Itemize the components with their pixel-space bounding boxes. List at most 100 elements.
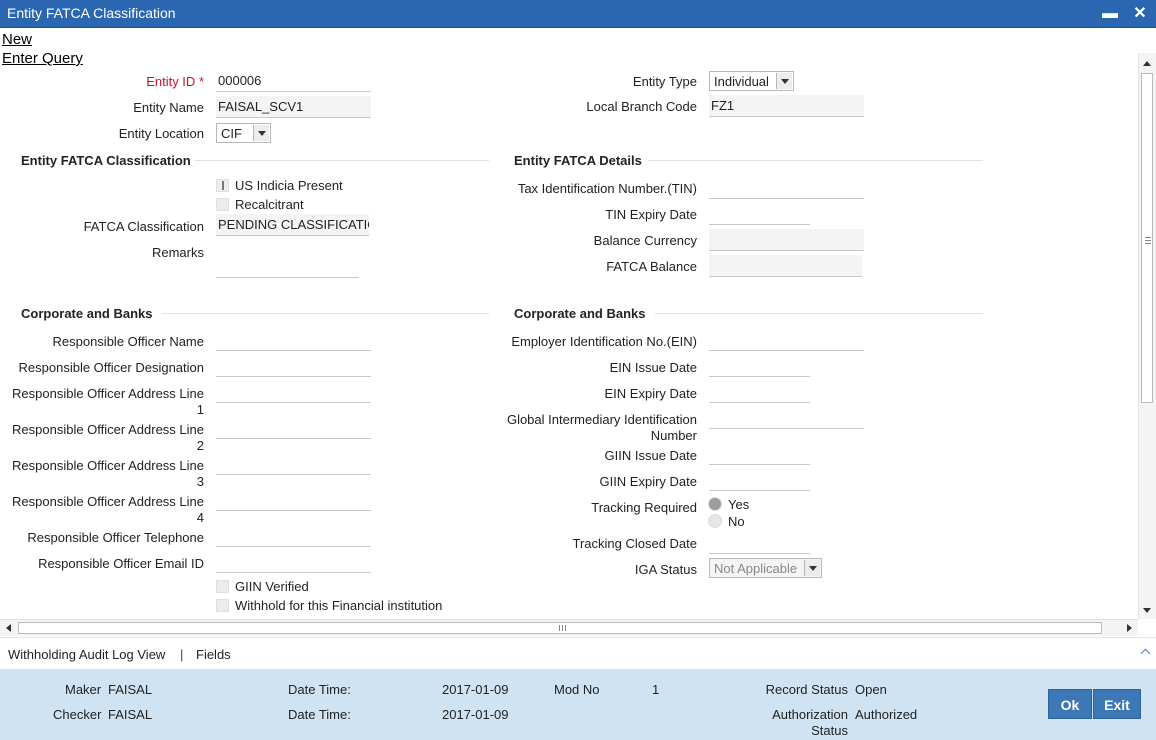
checker-value: FAISAL — [108, 707, 153, 722]
chevron-down-icon[interactable] — [804, 560, 820, 576]
officer-telephone-label: Responsible Officer Telephone — [27, 530, 204, 545]
giin-expiry-label: GIIN Expiry Date — [599, 474, 697, 489]
tracking-yes-radio[interactable] — [708, 497, 722, 511]
scroll-thumb[interactable] — [18, 622, 1102, 634]
tracking-closed-label: Tracking Closed Date — [572, 536, 697, 551]
fatca-balance-field — [709, 255, 862, 277]
officer-telephone-field[interactable] — [216, 525, 371, 547]
remarks-label: Remarks — [151, 245, 204, 260]
balance-currency-label: Balance Currency — [593, 233, 697, 248]
entity-location-label: Entity Location — [118, 126, 204, 141]
corporate-banks-right-title: Corporate and Banks — [514, 306, 646, 321]
officer-address3-field[interactable] — [216, 453, 371, 475]
scroll-up-icon[interactable] — [1143, 61, 1151, 66]
maker-datetime-value: 2017-01-09 — [442, 682, 509, 697]
authorization-status-value: Authorized — [855, 707, 918, 722]
ein-label: Employer Identification No.(EIN) — [511, 334, 697, 349]
horizontal-scrollbar[interactable] — [0, 619, 1138, 636]
scroll-left-icon[interactable] — [6, 624, 11, 632]
ein-issue-field[interactable] — [709, 355, 810, 377]
chevron-up-icon[interactable] — [1141, 647, 1151, 657]
grip-icon — [1145, 237, 1151, 238]
classification-section-title: Entity FATCA Classification — [21, 153, 191, 168]
officer-address2-label: Responsible Officer Address Line 2 — [12, 422, 204, 453]
mod-no-label: Mod No — [554, 682, 600, 697]
officer-address3-label: Responsible Officer Address Line 3 — [12, 458, 204, 489]
giin-issue-label: GIIN Issue Date — [604, 448, 697, 463]
tracking-no-radio[interactable] — [708, 514, 722, 528]
tin-label: Tax Identification Number.(TIN) — [517, 181, 697, 196]
iga-status-label: IGA Status — [634, 562, 697, 577]
close-icon[interactable]: ✕ — [1130, 4, 1150, 24]
iga-status-select[interactable]: Not Applicable — [709, 558, 822, 578]
scroll-right-icon[interactable] — [1127, 624, 1132, 632]
enter-query-link[interactable]: Enter Query — [2, 50, 83, 67]
withhold-label: Withhold for this Financial institution — [235, 598, 443, 613]
exit-button[interactable]: Exit — [1093, 689, 1141, 719]
fatca-classification-field: PENDING CLASSIFICATIO — [216, 214, 369, 236]
local-branch-field: FZ1 — [709, 95, 864, 117]
tin-expiry-field[interactable] — [709, 203, 810, 225]
us-indicia-checkbox[interactable] — [216, 179, 229, 192]
checker-datetime-value: 2017-01-09 — [442, 707, 509, 722]
withholding-audit-link[interactable]: Withholding Audit Log View — [8, 647, 165, 662]
recalcitrant-label: Recalcitrant — [235, 197, 304, 212]
local-branch-label: Local Branch Code — [586, 99, 697, 114]
maker-label: Maker — [65, 682, 102, 697]
ein-field[interactable] — [709, 329, 864, 351]
fatca-classification-label: FATCA Classification — [83, 219, 204, 234]
entity-type-select[interactable]: Individual — [709, 71, 794, 91]
checker-datetime-label: Date Time: — [288, 707, 351, 722]
officer-email-field[interactable] — [216, 551, 371, 573]
tracking-closed-field[interactable] — [709, 532, 810, 554]
officer-address4-label: Responsible Officer Address Line 4 — [12, 494, 204, 525]
section-divider — [648, 160, 983, 161]
ein-expiry-field[interactable] — [709, 381, 810, 403]
corporate-banks-left-title: Corporate and Banks — [21, 306, 153, 321]
section-divider — [655, 313, 983, 314]
tin-expiry-label: TIN Expiry Date — [605, 207, 697, 222]
entity-name-label: Entity Name — [133, 100, 204, 115]
entity-id-field[interactable]: 000006 — [216, 70, 371, 92]
section-divider — [195, 160, 489, 161]
mod-no-value: 1 — [652, 682, 660, 697]
maker-value: FAISAL — [108, 682, 153, 697]
tin-field[interactable] — [709, 177, 864, 199]
ein-issue-label: EIN Issue Date — [609, 360, 697, 375]
entity-id-label: Entity ID * — [146, 74, 204, 89]
remarks-field[interactable] — [216, 240, 359, 278]
grip-icon — [559, 625, 560, 631]
vertical-scrollbar[interactable] — [1138, 53, 1156, 619]
officer-name-field[interactable] — [216, 329, 371, 351]
fatca-balance-label: FATCA Balance — [606, 259, 697, 274]
record-status-label: Record Status — [765, 682, 848, 697]
withhold-checkbox[interactable] — [216, 599, 229, 612]
scroll-thumb[interactable] — [1141, 73, 1153, 403]
officer-address4-field[interactable] — [216, 489, 371, 511]
entity-location-select[interactable]: CIF — [216, 123, 271, 143]
entity-name-field: FAISAL_SCV1 — [216, 96, 371, 118]
officer-designation-field[interactable] — [216, 355, 371, 377]
authorization-status-label: Authorization Status — [772, 707, 848, 738]
minimize-icon[interactable]: ▬ — [1100, 4, 1120, 24]
chevron-down-icon[interactable] — [776, 73, 792, 89]
officer-address2-field[interactable] — [216, 417, 371, 439]
ein-expiry-label: EIN Expiry Date — [604, 386, 697, 401]
link-bar: Withholding Audit Log View | Fields — [0, 637, 1156, 669]
ok-button[interactable]: Ok — [1048, 689, 1092, 719]
scroll-down-icon[interactable] — [1143, 608, 1151, 613]
fields-link[interactable]: Fields — [196, 647, 231, 662]
giin-verified-checkbox[interactable] — [216, 580, 229, 593]
giin-issue-field[interactable] — [709, 443, 810, 465]
recalcitrant-checkbox[interactable] — [216, 198, 229, 211]
officer-email-label: Responsible Officer Email ID — [38, 556, 204, 571]
giin-expiry-field[interactable] — [709, 469, 810, 491]
giin-field[interactable] — [709, 407, 864, 429]
new-link[interactable]: New — [2, 31, 32, 48]
officer-address1-field[interactable] — [216, 381, 371, 403]
us-indicia-label: US Indicia Present — [235, 178, 343, 193]
chevron-down-icon[interactable] — [253, 125, 269, 141]
officer-address1-label: Responsible Officer Address Line 1 — [12, 386, 204, 417]
giin-verified-label: GIIN Verified — [235, 579, 309, 594]
entity-type-label: Entity Type — [632, 74, 697, 89]
